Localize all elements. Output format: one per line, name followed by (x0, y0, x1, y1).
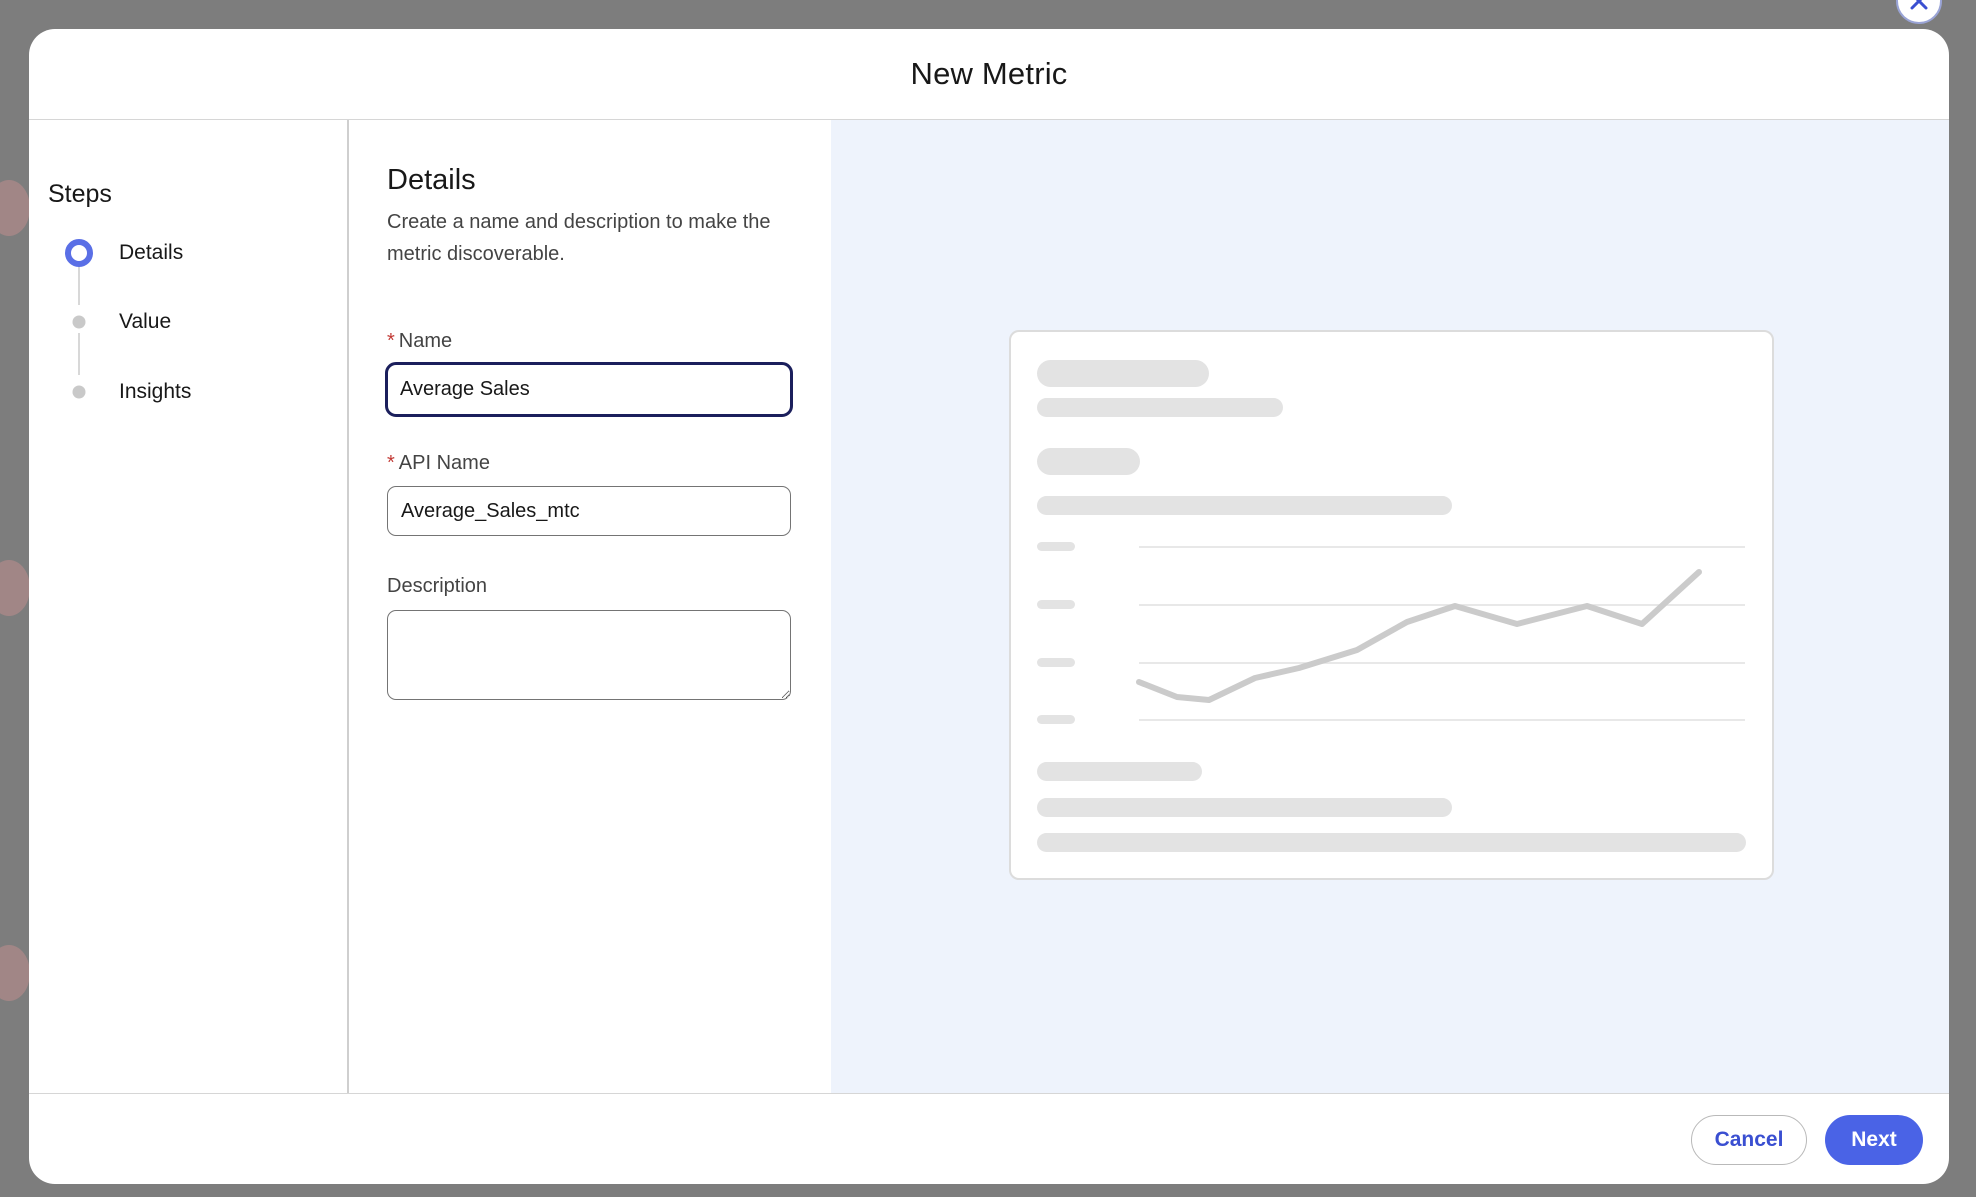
backdrop-avatar (0, 180, 30, 236)
preview-chart-illustration (1037, 542, 1745, 724)
skeleton-subtitle (1037, 398, 1283, 417)
cancel-button[interactable]: Cancel (1691, 1115, 1807, 1165)
step-upcoming-indicator (72, 385, 86, 399)
next-button[interactable]: Next (1825, 1115, 1923, 1165)
close-button[interactable] (1896, 0, 1942, 24)
step-label: Insights (119, 380, 192, 403)
steps-pane: Steps Details Value Insights (29, 120, 349, 1093)
description-label: Description (387, 575, 488, 597)
step-current-indicator (65, 239, 93, 267)
step-label: Value (119, 310, 172, 333)
steps-heading: Steps (48, 180, 112, 208)
details-form: Details Create a name and description to… (349, 120, 831, 1093)
modal-footer: Cancel Next (29, 1093, 1949, 1184)
step-label: Details (119, 241, 184, 264)
preview-card (1009, 330, 1774, 880)
skeleton-line (1037, 833, 1746, 852)
step-value[interactable]: Value (29, 302, 329, 342)
step-insights[interactable]: Insights (29, 372, 329, 412)
required-marker: * (387, 452, 395, 474)
api-name-label: * API Name (387, 452, 490, 474)
skeleton-line (1037, 798, 1452, 817)
backdrop-avatar (0, 560, 30, 616)
backdrop-avatar (0, 945, 30, 1001)
modal-title: New Metric (910, 56, 1068, 91)
skeleton-line (1037, 496, 1452, 515)
metric-preview-pane (831, 120, 1949, 1093)
skeleton-value (1037, 448, 1140, 475)
skeleton-title (1037, 360, 1209, 387)
section-title: Details (387, 164, 476, 196)
close-icon (1910, 0, 1928, 10)
step-details[interactable]: Details (29, 233, 329, 273)
required-marker: * (387, 330, 395, 352)
name-input[interactable] (385, 362, 793, 417)
description-textarea[interactable] (387, 610, 791, 700)
step-upcoming-indicator (72, 315, 86, 329)
name-label: * Name (387, 330, 453, 352)
section-description: Create a name and description to make th… (387, 211, 771, 265)
skeleton-line (1037, 762, 1202, 781)
api-name-input[interactable] (387, 486, 791, 536)
modal-header: New Metric (29, 29, 1949, 120)
new-metric-modal: New Metric Steps Details Value Insights … (29, 29, 1949, 1184)
